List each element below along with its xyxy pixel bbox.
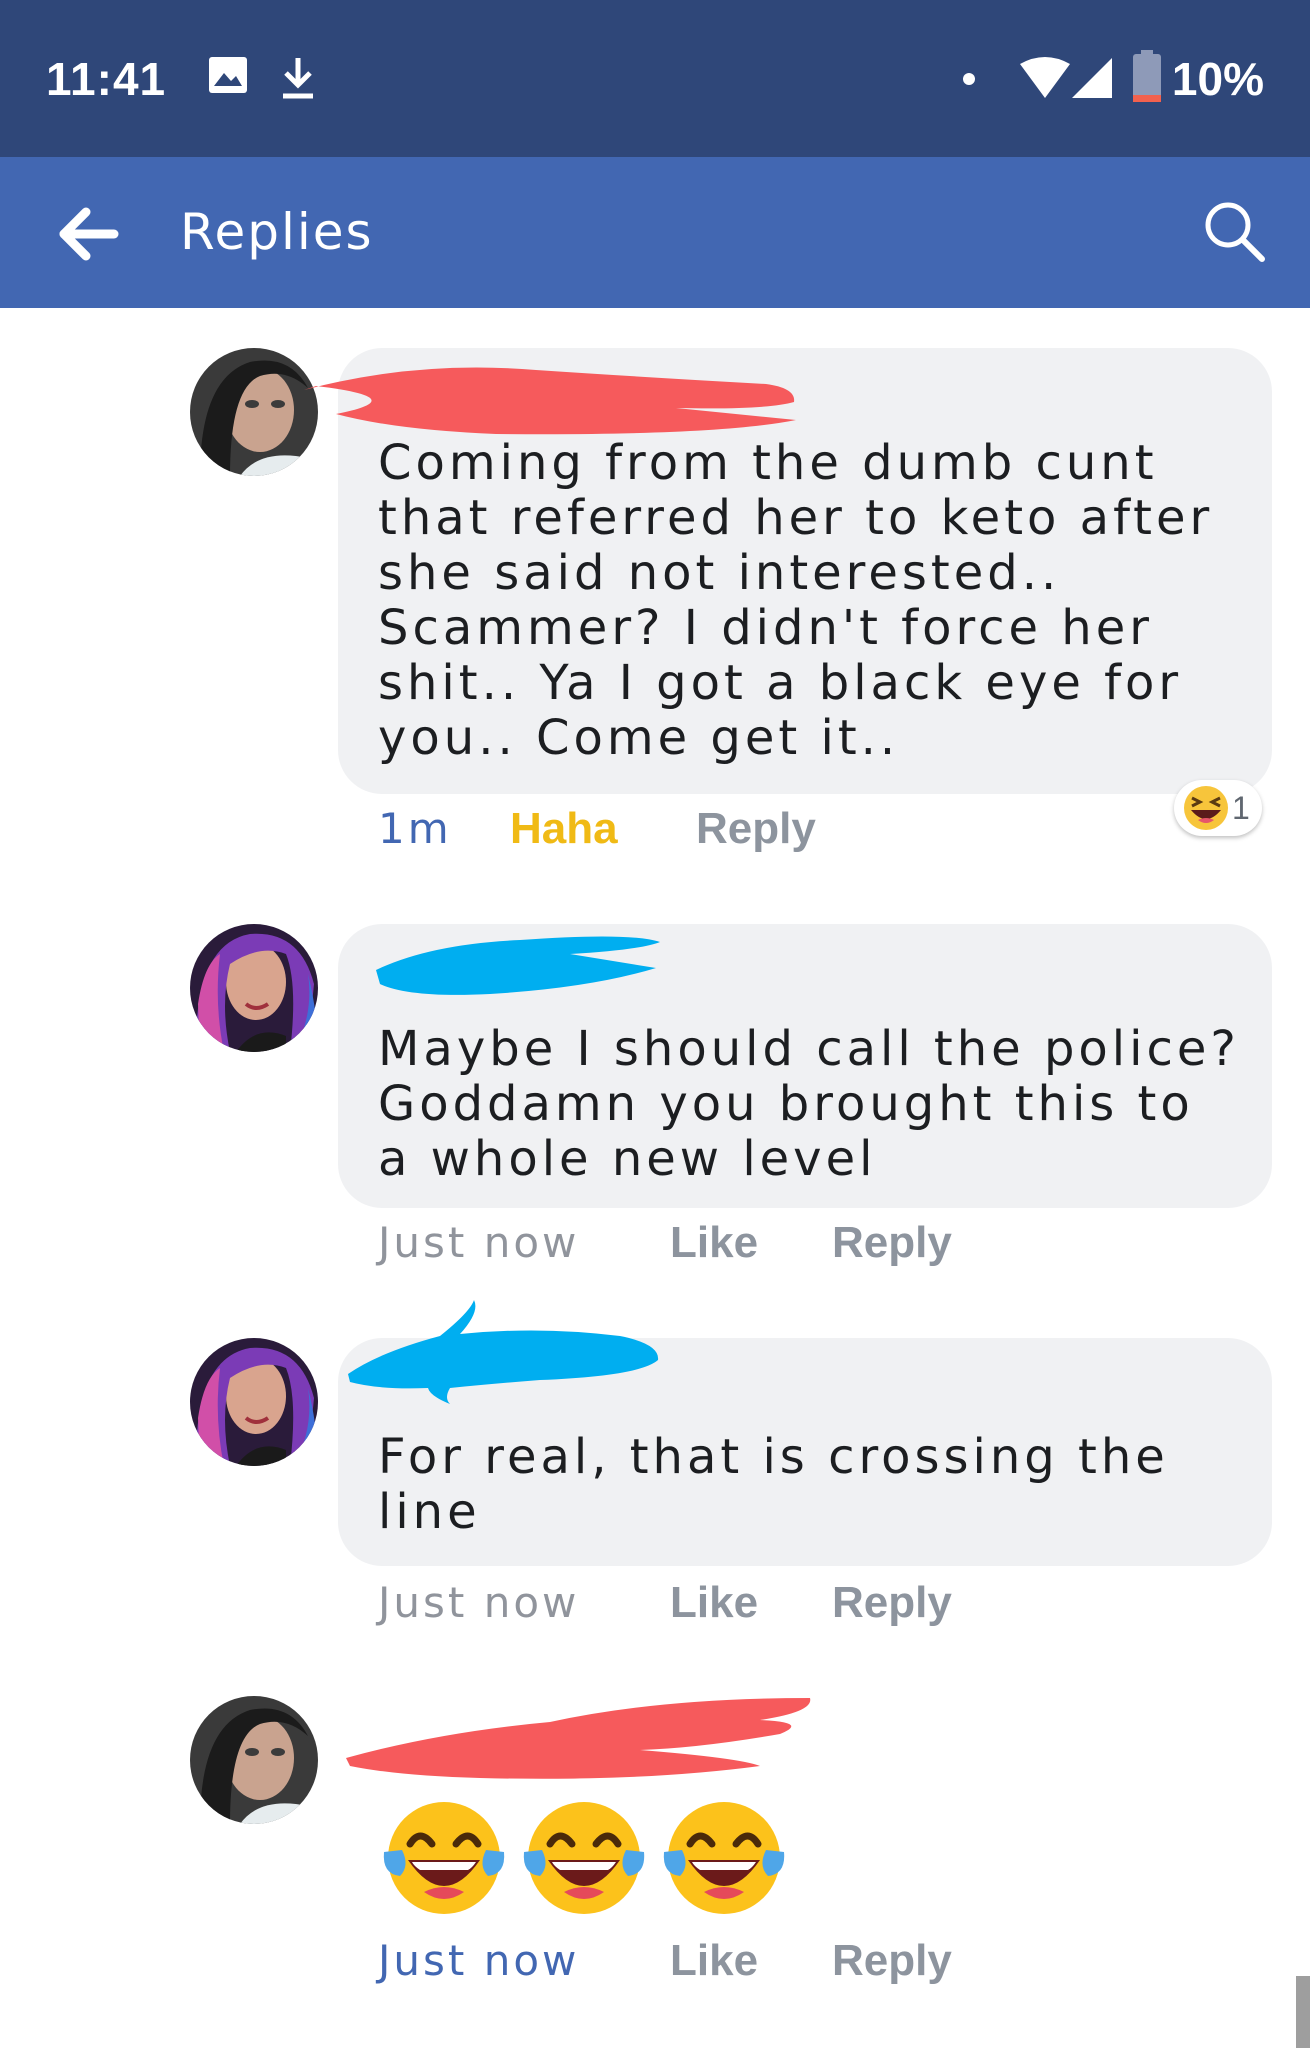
comment-line: Scammer? I didn't force her [378, 600, 1153, 656]
back-arrow-icon [59, 207, 119, 261]
comment-line: that referred her to keto after [378, 490, 1214, 546]
comment-line: a whole new level [378, 1131, 877, 1187]
reaction-count: 1 [1232, 790, 1250, 826]
like-button[interactable]: Like [670, 1578, 758, 1628]
haha-emoji-icon [1184, 786, 1228, 830]
page-title: Replies [180, 203, 374, 261]
comment-text: For real, that is crossing the line [378, 1430, 1169, 1540]
battery-percent: 10% [1171, 53, 1264, 105]
comment-text: Maybe I should call the police? Goddamn … [378, 1022, 1240, 1187]
comment-line: Goddamn you brought this to [378, 1076, 1194, 1132]
image-icon [209, 57, 247, 93]
reply-button[interactable]: Reply [832, 1218, 952, 1268]
comment-line: shit.. Ya I got a black eye for [378, 655, 1183, 711]
like-button[interactable]: Like [670, 1218, 758, 1268]
haha-reaction-button[interactable]: Haha [510, 804, 618, 854]
battery-icon [1133, 50, 1161, 102]
reply-button[interactable]: Reply [832, 1578, 952, 1628]
tears-of-joy-emoji-icon [523, 1802, 645, 1914]
redacted-name-scribble [346, 1698, 811, 1779]
search-icon [1205, 202, 1265, 262]
avatar[interactable] [190, 1696, 318, 1824]
dot-icon [963, 73, 975, 85]
comment-timestamp[interactable]: Just now [378, 1936, 579, 1985]
app-bar: Replies [0, 157, 1310, 308]
tears-of-joy-emoji-icon [383, 1802, 505, 1914]
reply-button[interactable]: Reply [832, 1936, 952, 1986]
redacted-name-scribble [348, 1300, 659, 1404]
avatar[interactable] [190, 924, 318, 1052]
tears-of-joy-emoji-icon [663, 1802, 785, 1914]
back-button[interactable] [50, 199, 130, 269]
comment-line: line [378, 1484, 481, 1540]
comment-text: Coming from the dumb cunt that referred … [378, 436, 1213, 766]
comment-line: Coming from the dumb cunt [378, 435, 1158, 491]
laughing-emoji-row [380, 1794, 800, 1922]
avatar[interactable] [190, 1338, 318, 1466]
wifi-icon [1020, 57, 1070, 98]
reaction-badge[interactable]: 1 [1174, 780, 1262, 836]
comment-line: Maybe I should call the police? [378, 1021, 1240, 1077]
comment-line: you.. Come get it.. [378, 710, 900, 766]
like-button[interactable]: Like [670, 1936, 758, 1986]
comment-line: she said not interested.. [378, 545, 1061, 601]
reply-button[interactable]: Reply [696, 804, 816, 854]
signal-icon [1072, 58, 1112, 98]
scrollbar[interactable] [1296, 1976, 1310, 2048]
redacted-name-scribble [304, 367, 796, 435]
comment-timestamp[interactable]: Just now [378, 1578, 579, 1627]
download-icon [283, 58, 313, 99]
status-bar: 11:41 10% [0, 0, 1310, 157]
comment-timestamp[interactable]: Just now [378, 1218, 579, 1267]
comment-timestamp[interactable]: 1m [378, 804, 452, 853]
status-time: 11:41 [46, 53, 167, 105]
redacted-name-scribble [376, 936, 660, 995]
search-button[interactable] [1200, 197, 1270, 267]
comment-line: For real, that is crossing the [378, 1429, 1169, 1485]
